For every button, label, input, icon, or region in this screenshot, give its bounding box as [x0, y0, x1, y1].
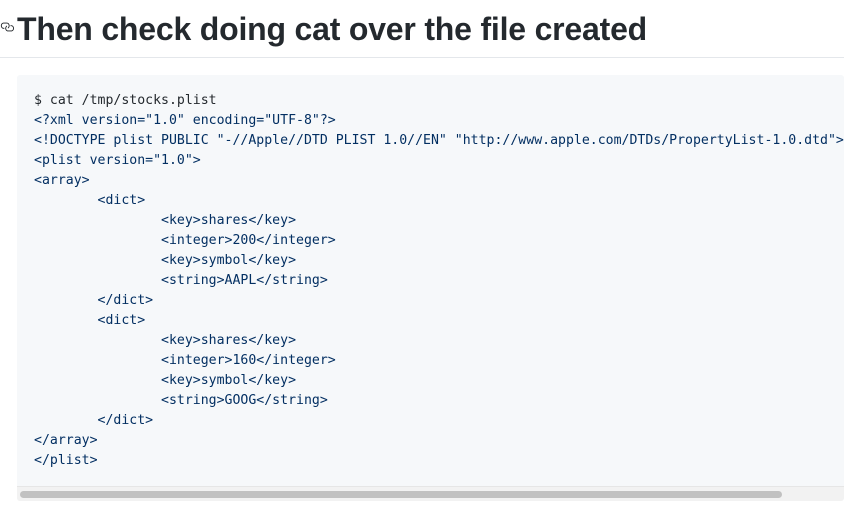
code-block: $ cat /tmp/stocks.plist <?xml version="1.…: [17, 75, 844, 501]
code-line: <key>symbol</key>: [34, 253, 297, 268]
code-line: <array>: [34, 173, 90, 188]
code-line: </array>: [34, 433, 98, 448]
code-line: </plist>: [34, 453, 98, 468]
code-line: <!DOCTYPE plist PUBLIC "-//Apple//DTD PL…: [34, 133, 844, 148]
code-line: <?xml version="1.0" encoding="UTF-8"?>: [34, 113, 336, 128]
code-line: <dict>: [34, 313, 146, 328]
code-line: <string>AAPL</string>: [34, 273, 328, 288]
code-line: $ cat /tmp/stocks.plist: [34, 93, 217, 108]
code-line: <integer>200</integer>: [34, 233, 336, 248]
code-line: <plist version="1.0">: [34, 153, 201, 168]
page-title: Then check doing cat over the file creat…: [17, 11, 648, 47]
code-line: <key>symbol</key>: [34, 373, 297, 388]
code-line: <key>shares</key>: [34, 333, 297, 348]
code-line: <string>GOOG</string>: [34, 393, 328, 408]
code-line: <dict>: [34, 193, 146, 208]
code-content: $ cat /tmp/stocks.plist <?xml version="1.…: [34, 91, 844, 471]
horizontal-scrollbar[interactable]: [17, 486, 844, 501]
code-line: <integer>160</integer>: [34, 353, 336, 368]
code-line: </dict>: [34, 413, 154, 428]
code-line: </dict>: [34, 293, 154, 308]
section-heading: Then check doing cat over the file creat…: [0, 0, 844, 58]
code-line: <key>shares</key>: [34, 213, 297, 228]
link-icon[interactable]: [0, 20, 14, 34]
scrollbar-thumb[interactable]: [20, 491, 782, 498]
